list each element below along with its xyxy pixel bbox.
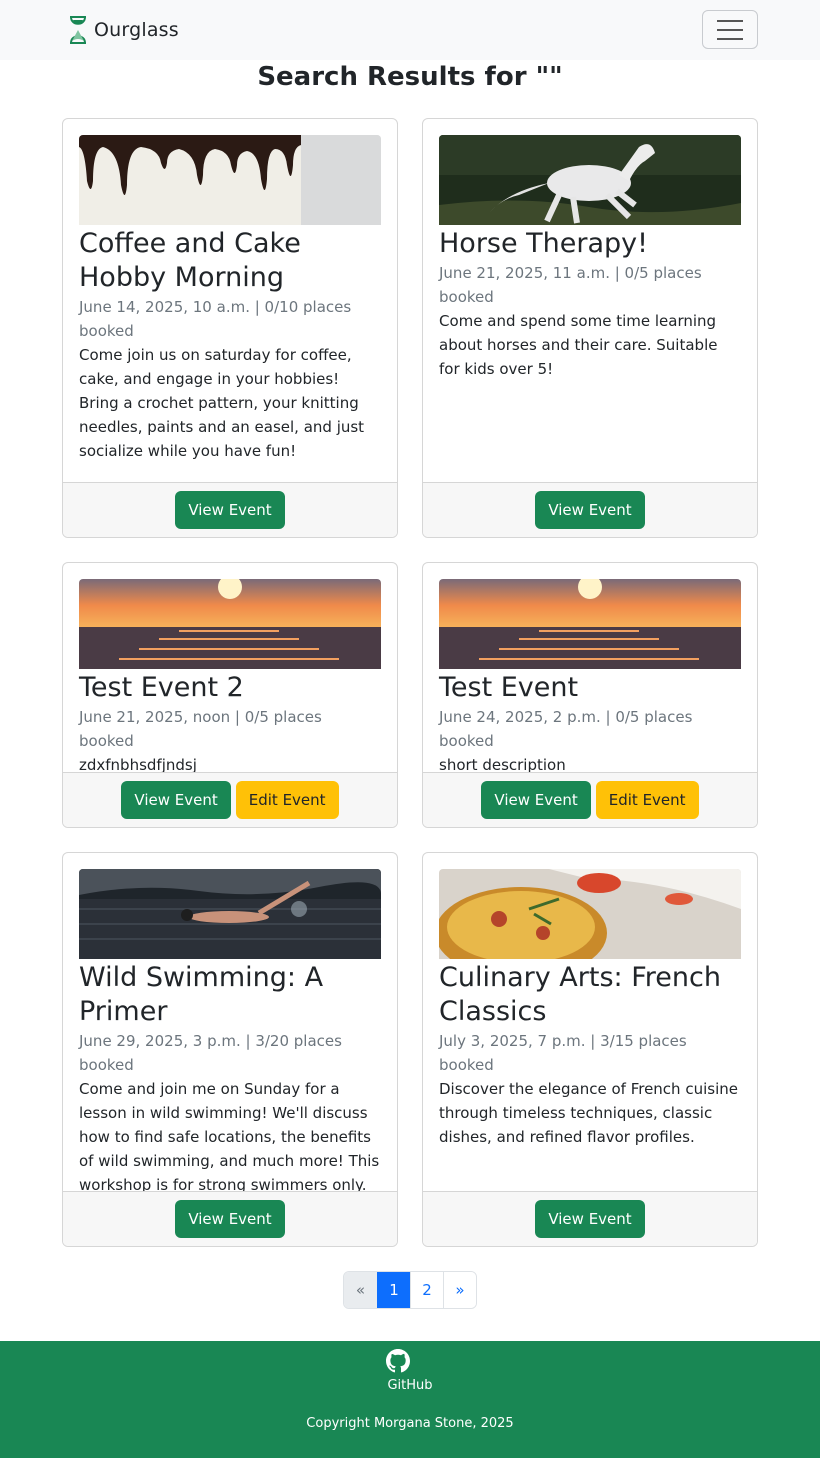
card-footer: View Event (423, 1191, 757, 1246)
event-card: Coffee and Cake Hobby Morning June 14, 2… (62, 118, 398, 538)
event-card: Horse Therapy! June 21, 2025, 11 a.m. | … (422, 118, 758, 538)
event-title: Culinary Arts: French Classics (439, 962, 721, 1027)
event-date-capacity: June 14, 2025, 10 a.m. | 0/10 places boo… (79, 298, 352, 340)
event-date-capacity: June 21, 2025, 11 a.m. | 0/5 places book… (439, 264, 702, 306)
card-footer: View Event Edit Event (423, 772, 757, 827)
pagination: « 1 2 » (343, 1271, 477, 1309)
event-title: Wild Swimming: A Primer (79, 962, 324, 1027)
view-event-button[interactable]: View Event (481, 781, 591, 819)
event-date-capacity: June 29, 2025, 3 p.m. | 3/20 places book… (79, 1032, 342, 1074)
white-horse-image (439, 135, 741, 225)
github-icon[interactable] (386, 1349, 410, 1373)
view-event-button[interactable]: View Event (175, 491, 285, 529)
copyright-text: Copyright Morgana Stone, 2025 (306, 1416, 514, 1431)
card-footer: View Event Edit Event (63, 772, 397, 827)
menu-toggle-button[interactable] (702, 10, 758, 49)
view-event-button[interactable]: View Event (535, 1200, 645, 1238)
card-footer: View Event (63, 482, 397, 537)
event-title: Coffee and Cake Hobby Morning (79, 228, 301, 293)
brand-link[interactable]: Ourglass (66, 14, 179, 46)
event-description: Come and spend some time learning about … (439, 312, 718, 378)
event-card: Wild Swimming: A Primer June 29, 2025, 3… (62, 852, 398, 1247)
edit-event-button[interactable]: Edit Event (595, 781, 699, 819)
event-date-capacity: June 24, 2025, 2 p.m. | 0/5 places booke… (439, 708, 693, 750)
site-footer: GitHub Copyright Morgana Stone, 2025 (0, 1341, 820, 1458)
event-title: Horse Therapy! (439, 228, 648, 259)
page-title: Search Results for "" (257, 62, 563, 92)
navbar: Ourglass (0, 0, 820, 60)
event-date-capacity: July 3, 2025, 7 p.m. | 3/15 places booke… (439, 1032, 687, 1074)
view-event-button[interactable]: View Event (121, 781, 231, 819)
pagination-page-2[interactable]: 2 (410, 1272, 443, 1308)
edit-event-button[interactable]: Edit Event (235, 781, 339, 819)
hamburger-icon-bar (717, 28, 743, 31)
hourglass-icon (70, 16, 86, 44)
github-link[interactable]: GitHub (0, 1378, 820, 1393)
quiche-image (439, 869, 741, 959)
pagination-page-1[interactable]: 1 (377, 1272, 410, 1308)
event-card: Test Event 2 June 21, 2025, noon | 0/5 p… (62, 562, 398, 828)
event-description: Discover the elegance of French cuisine … (439, 1080, 738, 1146)
pagination-next[interactable]: » (443, 1272, 476, 1308)
view-event-button[interactable]: View Event (535, 491, 645, 529)
card-footer: View Event (63, 1191, 397, 1246)
event-title: Test Event 2 (79, 672, 244, 703)
event-card: Test Event June 24, 2025, 2 p.m. | 0/5 p… (422, 562, 758, 828)
card-footer: View Event (423, 482, 757, 537)
event-title: Test Event (439, 672, 579, 703)
event-description: Come and join me on Sunday for a lesson … (79, 1080, 380, 1194)
event-description: Come join us on saturday for coffee, cak… (79, 346, 365, 460)
event-date-capacity: June 21, 2025, noon | 0/5 places booked (79, 708, 322, 750)
pagination-previous: « (344, 1272, 377, 1308)
hamburger-icon-bar (717, 19, 743, 22)
hamburger-icon-bar (717, 37, 743, 40)
swimmer-lake-image (79, 869, 381, 959)
event-card: Culinary Arts: French Classics July 3, 2… (422, 852, 758, 1247)
sunset-sea-image (79, 579, 381, 669)
brand-name: Ourglass (94, 19, 179, 41)
cake-drip-image (79, 135, 381, 225)
sunset-sea-image (439, 579, 741, 669)
view-event-button[interactable]: View Event (175, 1200, 285, 1238)
